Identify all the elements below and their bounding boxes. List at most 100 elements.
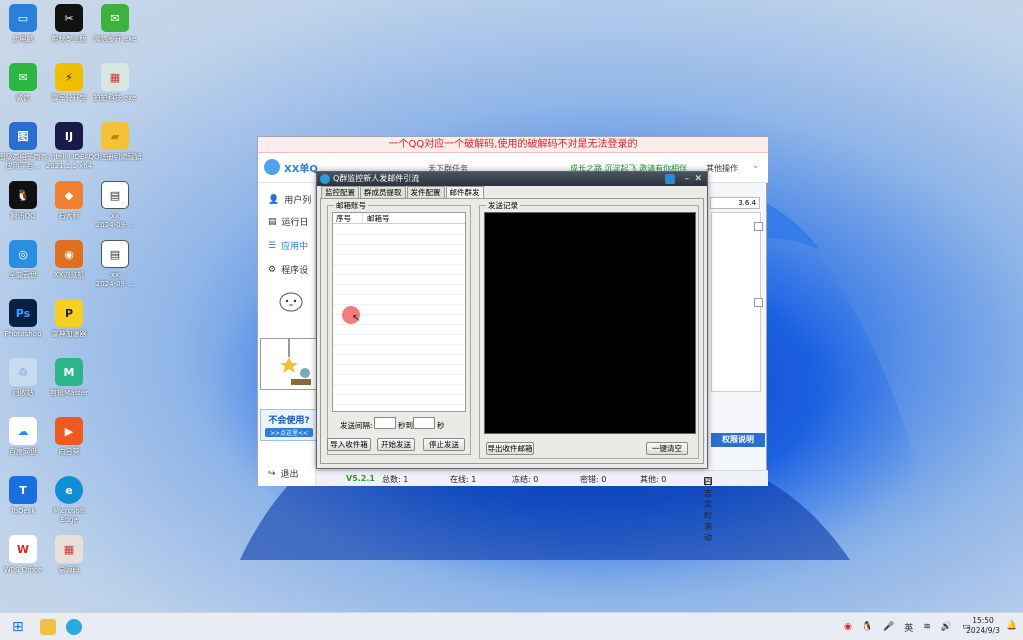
export-inbox-button[interactable]: 导出收件邮箱 — [486, 442, 534, 455]
folder-icon: ▰ — [101, 122, 129, 150]
recycle-bin-icon: ♲ — [9, 358, 37, 386]
file-explorer-icon[interactable] — [40, 619, 56, 635]
checkbox[interactable] — [754, 222, 763, 231]
help-card[interactable]: 不会使用? >>点这里<< — [260, 409, 318, 441]
photoshop-icon: Ps — [9, 299, 37, 327]
version-label: V5.2.1 — [346, 474, 375, 483]
app-icon: M — [55, 358, 83, 386]
computer-icon: ▭ — [9, 4, 37, 32]
start-menu-icon[interactable]: ⊞ — [12, 619, 28, 635]
browser-icon: ◉ — [55, 240, 83, 268]
list-icon: ☰ — [268, 240, 277, 251]
send-log-group: 发送记录 导出收件邮箱 一键清空 — [479, 200, 699, 459]
desktop-icon[interactable]: ✉ 微信多开.exe — [84, 4, 146, 44]
checkbox[interactable] — [754, 298, 763, 307]
volume-icon[interactable]: 🔊 — [941, 622, 952, 632]
wechat-icon: ✉ — [101, 4, 129, 32]
app-icon: 图 — [9, 122, 37, 150]
baidu-netdisk-icon: ☁ — [9, 417, 37, 445]
total-count: 总数: 1 — [382, 475, 409, 484]
online-count: 在线: 1 — [450, 475, 477, 484]
other-count: 其他: 0 — [640, 475, 667, 484]
clear-all-button[interactable]: 一键清空 — [646, 442, 688, 455]
other-ops-menu[interactable]: 其他操作 — [706, 163, 738, 174]
penguin-icon[interactable]: 🐧 — [862, 622, 873, 632]
version-field[interactable]: 3.6.4 — [710, 197, 760, 209]
info-icon[interactable] — [665, 174, 675, 184]
app-icon: ▦ — [55, 535, 83, 563]
cube-icon: ◆ — [55, 181, 83, 209]
notification-icon[interactable]: 🔔 — [1006, 621, 1017, 631]
status-bar: V5.2.1 总数: 1 在线: 1 冻结: 0 密错: 0 其他: 0 ✓ 日志… — [316, 470, 768, 542]
mascot-image — [276, 287, 306, 313]
exit-button[interactable]: ↪ 退出 — [268, 467, 299, 481]
app-taskbar-icon[interactable] — [66, 619, 82, 635]
mail-dialog: Q群监控新人发邮件引流 – ✕ 监控配置 群成员提取 发件配置 邮件群发 邮箱账… — [316, 171, 708, 469]
video-file-icon: ▤ — [101, 240, 129, 268]
warning-banner: 一个QQ对应一个破解码,使用的破解码不对是无法登录的 — [258, 137, 768, 153]
cursor-icon: ↖ — [352, 313, 361, 324]
frozen-count: 冻结: 0 — [512, 475, 539, 484]
cloud-disk-icon: ◎ — [9, 240, 37, 268]
desktop-icon[interactable]: ▶ 向日葵 — [38, 417, 100, 457]
tab-panel: 邮箱账号 序号 邮箱号 发送间隔: 秒到 秒 导入收件箱 开始发送 停止发送 发… — [320, 198, 704, 464]
interval-max-input[interactable] — [413, 417, 435, 429]
logo-icon — [264, 159, 280, 175]
send-log-console[interactable] — [484, 212, 696, 434]
desktop-icon[interactable]: P 雷神加速器 — [38, 299, 100, 339]
system-tray: ◉ 🐧 🎤 英 ≋ 🔊 ▭ — [844, 613, 971, 640]
mailbox-group: 邮箱账号 序号 邮箱号 发送间隔: 秒到 秒 — [327, 200, 471, 455]
dialog-titlebar[interactable]: Q群监控新人发邮件引流 – ✕ — [317, 172, 707, 186]
qq-icon: 🐧 — [9, 181, 37, 209]
interval-min-input[interactable] — [374, 417, 396, 429]
desktop-icon[interactable]: e Microsoft Edge — [38, 476, 100, 525]
tab-mass-mail[interactable]: 邮件群发 — [445, 186, 484, 198]
desktop-icon[interactable]: ▰ QQ注册引流营销 — [84, 122, 146, 162]
sidebar-item-settings[interactable]: ⚙ 程序设 — [268, 263, 308, 277]
security-icon[interactable]: ◉ — [844, 622, 852, 632]
help-link[interactable]: >>点这里<< — [265, 428, 313, 437]
desktop-icon[interactable]: ▤ xx 2024-09-... — [84, 240, 146, 289]
desktop-icon[interactable]: ▤ xx 2024-09-... — [84, 181, 146, 230]
gear-icon: ⚙ — [268, 264, 277, 275]
tab-monitor-config[interactable]: 监控配置 — [321, 186, 359, 198]
chevron-down-icon[interactable]: ⌄ — [752, 161, 760, 171]
start-send-button[interactable]: 开始发送 — [377, 438, 415, 451]
app-icon — [320, 174, 330, 184]
app-icon: ▦ — [101, 63, 129, 91]
exit-icon: ↪ — [268, 468, 276, 479]
desktop-icon[interactable]: M 剪辑Master — [38, 358, 100, 398]
wechat-icon: ✉ — [9, 63, 37, 91]
dialog-tabs: 监控配置 群成员提取 发件配置 邮件群发 — [321, 186, 485, 198]
wifi-icon[interactable]: ≋ — [923, 622, 931, 632]
capcut-icon: ✂ — [55, 4, 83, 32]
desktop-icon[interactable]: ▦ 易源码 — [38, 535, 100, 575]
sidebar-item-apps[interactable]: ☰ 应用中 — [268, 239, 308, 253]
video-file-icon: ▤ — [101, 181, 129, 209]
accelerator-icon: P — [55, 299, 83, 327]
import-inbox-button[interactable]: 导入收件箱 — [327, 438, 371, 451]
intellij-icon: IJ — [55, 122, 83, 150]
desktop-icon[interactable]: ▦ 拍拍科技.exe — [84, 63, 146, 103]
stop-send-button[interactable]: 停止发送 — [423, 438, 465, 451]
tab-member-extract[interactable]: 群成员提取 — [360, 186, 406, 198]
clock[interactable]: 15:50 2024/9/3 — [966, 616, 1000, 636]
wps-icon: W — [9, 535, 37, 563]
input-language[interactable]: 英 — [904, 621, 913, 634]
close-icon[interactable]: ✕ — [694, 172, 702, 186]
sidebar-item-users[interactable]: 👤 用户列 — [268, 193, 311, 207]
tab-sender-config[interactable]: 发件配置 — [406, 186, 445, 198]
taskbar: ⊞ ◉ 🐧 🎤 英 ≋ 🔊 ▭ 15:50 2024/9/3 🔔 — [0, 612, 1023, 640]
microphone-icon[interactable]: 🎤 — [883, 622, 894, 632]
permission-button[interactable]: 权限说明 — [711, 433, 765, 447]
document-icon: ▤ — [268, 216, 277, 227]
sunflower-icon: ▶ — [55, 417, 83, 445]
minimize-icon[interactable]: – — [685, 172, 690, 186]
user-icon: 👤 — [268, 194, 280, 205]
lightning-icon: ⚡ — [55, 63, 83, 91]
app-logo: XX单Q — [264, 159, 318, 175]
sidebar-item-logs[interactable]: ▤ 运行日 — [268, 215, 309, 229]
sidebar: 👤 用户列 ▤ 运行日 ☰ 应用中 ⚙ 程序设 不会使用? >>点这里<< ↪ 退出 — [258, 183, 318, 486]
table-header: 序号 邮箱号 — [333, 213, 465, 224]
todesk-icon: T — [9, 476, 37, 504]
